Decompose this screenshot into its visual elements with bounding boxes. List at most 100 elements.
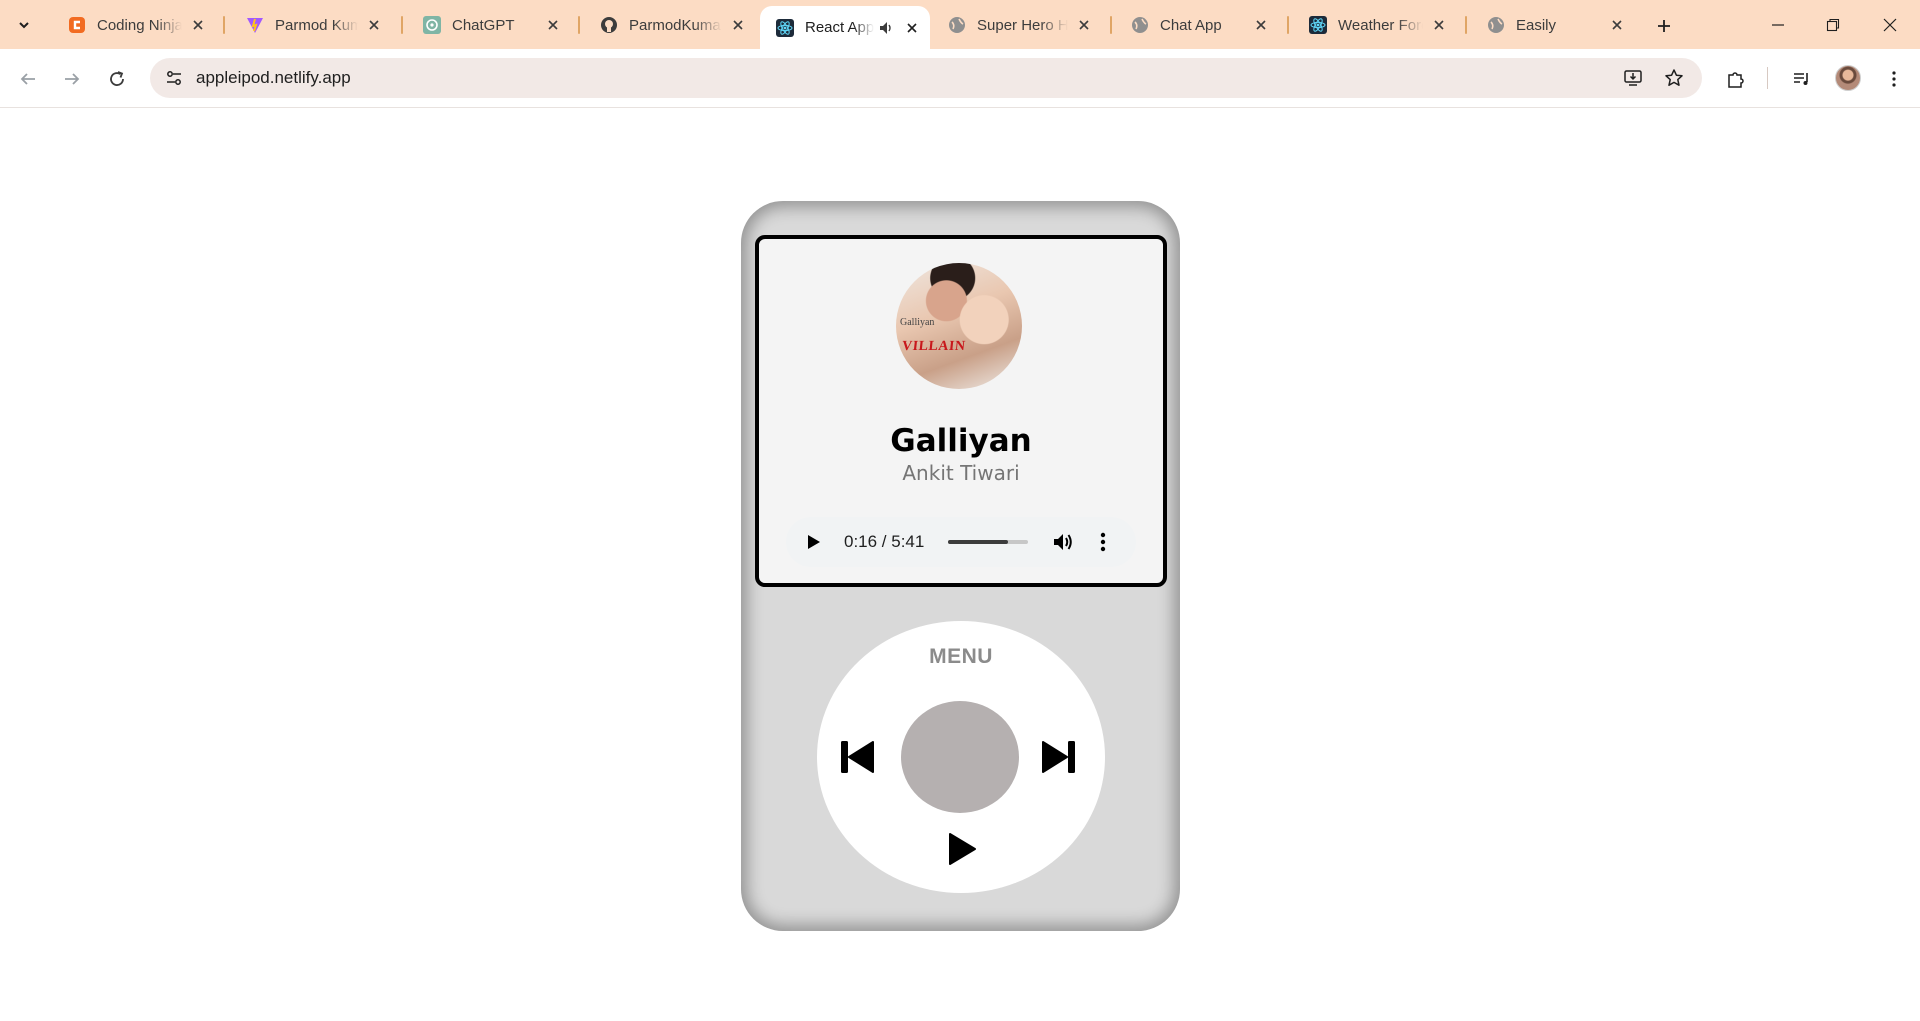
tab-chatgpt[interactable]: ChatGPT <box>407 8 571 42</box>
song-title: Galliyan <box>890 423 1032 459</box>
ipod-screen: Galliyan VILLAIN Galliyan Ankit Tiwari 0… <box>755 235 1167 587</box>
reload-button[interactable] <box>101 63 133 95</box>
close-icon[interactable] <box>188 15 208 35</box>
globe-icon <box>1487 16 1505 34</box>
coding-ninjas-icon <box>68 16 86 34</box>
next-track-button[interactable] <box>1039 737 1079 777</box>
skip-previous-icon <box>841 741 874 773</box>
forward-button[interactable] <box>56 63 88 95</box>
extensions-button[interactable] <box>1719 63 1751 95</box>
ipod-device: Galliyan VILLAIN Galliyan Ankit Tiwari 0… <box>741 201 1180 931</box>
tab-title: ParmodKumar <box>629 16 722 34</box>
arrow-left-icon <box>20 73 35 85</box>
close-icon <box>1883 18 1897 32</box>
close-icon[interactable] <box>902 18 922 38</box>
tab-easily[interactable]: Easily <box>1471 8 1635 42</box>
tab-strip: Coding Ninjas Parmod Kumar ChatGPT Parmo… <box>0 0 1920 49</box>
album-cover: Galliyan VILLAIN <box>896 263 1022 389</box>
play-pause-button[interactable] <box>942 829 982 869</box>
more-vertical-icon <box>1100 532 1106 552</box>
globe-icon <box>1131 16 1149 34</box>
close-icon[interactable] <box>364 15 384 35</box>
tab-separator <box>578 16 580 34</box>
profile-avatar[interactable] <box>1835 65 1861 91</box>
artist-name: Ankit Tiwari <box>902 461 1020 485</box>
play-icon <box>949 833 976 865</box>
arrow-right-icon <box>65 73 80 85</box>
minimize-button[interactable] <box>1758 8 1798 42</box>
address-bar[interactable]: appleipod.netlify.app <box>150 58 1702 98</box>
menu-button[interactable]: MENU <box>817 645 1105 669</box>
url-text[interactable]: appleipod.netlify.app <box>196 68 351 88</box>
back-button[interactable] <box>12 63 44 95</box>
tab-title: Super Hero Hunter <box>977 16 1068 34</box>
close-window-button[interactable] <box>1870 8 1910 42</box>
tab-search-button[interactable] <box>9 10 39 40</box>
close-icon[interactable] <box>543 15 563 35</box>
page-content: Galliyan VILLAIN Galliyan Ankit Tiwari 0… <box>0 109 1920 1021</box>
audio-play-button[interactable] <box>802 530 826 554</box>
tab-title: Weather Forecast <box>1338 16 1423 34</box>
site-info-icon[interactable] <box>160 64 188 92</box>
previous-track-button[interactable] <box>837 737 877 777</box>
close-icon[interactable] <box>1607 15 1627 35</box>
click-wheel[interactable]: MENU <box>817 621 1105 893</box>
browser-toolbar: appleipod.netlify.app <box>0 49 1920 108</box>
tab-title: Easily <box>1516 16 1557 34</box>
audio-time-display: 0:16 / 5:41 <box>844 532 925 551</box>
tab-weather[interactable]: Weather Forecast <box>1293 8 1457 42</box>
tab-title: React App <box>805 19 874 36</box>
audio-progress-fill <box>948 540 1008 544</box>
tab-title: Coding Ninjas <box>97 16 182 34</box>
browser-menu-button[interactable] <box>1878 63 1910 95</box>
tab-separator <box>401 16 403 34</box>
tab-super-hero[interactable]: Super Hero Hunter <box>932 8 1102 42</box>
tab-separator <box>1465 16 1467 34</box>
audio-player[interactable]: 0:16 / 5:41 <box>786 517 1136 567</box>
tab-separator <box>1110 16 1112 34</box>
minimize-icon <box>1772 24 1784 26</box>
install-app-icon[interactable] <box>1620 65 1646 91</box>
tab-chat-app[interactable]: Chat App <box>1115 8 1279 42</box>
tab-title: Parmod Kumar <box>275 16 358 34</box>
tab-title: Chat App <box>1160 16 1222 34</box>
audio-options-button[interactable] <box>1091 530 1115 554</box>
center-select-button[interactable] <box>901 701 1019 813</box>
audio-progress-bar[interactable] <box>948 540 1028 544</box>
tab-title: ChatGPT <box>452 16 515 34</box>
media-queue-icon <box>1794 73 1808 85</box>
globe-icon <box>948 16 966 34</box>
volume-button[interactable] <box>1051 530 1075 554</box>
tab-github[interactable]: ParmodKumar <box>584 8 756 42</box>
cover-title-text: Galliyan <box>900 317 935 328</box>
tab-separator <box>1287 16 1289 34</box>
react-icon <box>1309 16 1327 34</box>
new-tab-button[interactable] <box>1650 12 1678 40</box>
plus-icon <box>1658 20 1670 32</box>
cover-movie-text: VILLAIN <box>901 339 967 354</box>
close-icon[interactable] <box>1074 15 1094 35</box>
play-icon <box>808 535 820 549</box>
volume-icon <box>1054 534 1072 550</box>
toolbar-divider <box>1767 67 1768 89</box>
speaker-icon[interactable] <box>878 20 896 36</box>
restore-icon <box>1826 18 1840 32</box>
close-icon[interactable] <box>1251 15 1271 35</box>
chatgpt-icon <box>423 16 441 34</box>
tab-react-app[interactable]: React App <box>760 6 930 49</box>
puzzle-icon <box>1728 72 1744 88</box>
more-vertical-icon <box>1892 71 1896 87</box>
tab-coding-ninjas[interactable]: Coding Ninjas <box>52 8 216 42</box>
close-icon[interactable] <box>728 15 748 35</box>
reload-icon <box>110 71 124 86</box>
bookmark-star-icon[interactable] <box>1661 65 1687 91</box>
tab-parmod-kumar[interactable]: Parmod Kumar <box>230 8 392 42</box>
restore-button[interactable] <box>1813 8 1853 42</box>
media-controls-button[interactable] <box>1786 63 1818 95</box>
chevron-down-icon <box>19 22 29 29</box>
skip-next-icon <box>1042 741 1075 773</box>
github-icon <box>600 16 618 34</box>
vite-icon <box>246 16 264 34</box>
react-icon <box>776 18 794 37</box>
close-icon[interactable] <box>1429 15 1449 35</box>
